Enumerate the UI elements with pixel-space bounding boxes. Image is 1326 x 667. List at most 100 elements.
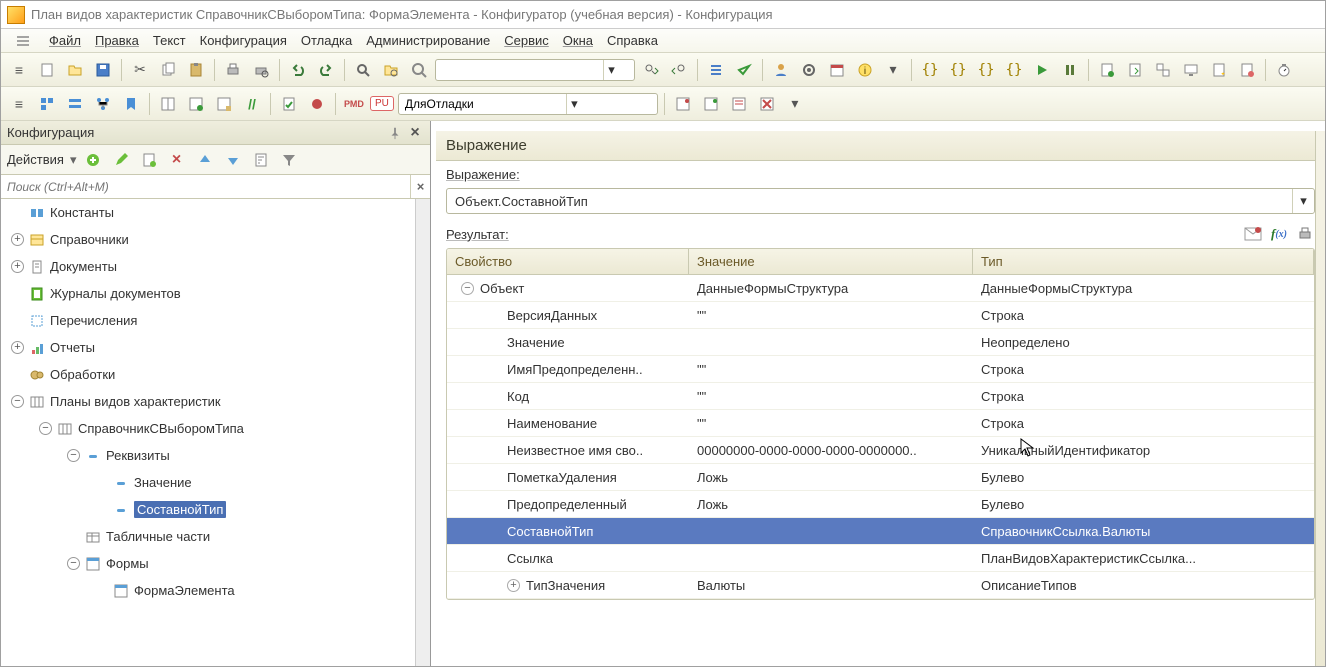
menu-text[interactable]: Текст bbox=[153, 33, 186, 48]
doc-arrow-icon[interactable] bbox=[1123, 58, 1147, 82]
user-icon[interactable] bbox=[769, 58, 793, 82]
expand-collapse-icon[interactable]: − bbox=[67, 449, 80, 462]
tree-row[interactable]: СоставнойТип bbox=[1, 496, 430, 523]
menu-toggle-icon[interactable] bbox=[11, 29, 35, 53]
find-next-icon[interactable] bbox=[639, 58, 663, 82]
comment-icon[interactable]: // bbox=[240, 92, 264, 116]
print-result-icon[interactable] bbox=[1295, 224, 1315, 244]
tree-row[interactable]: Журналы документов bbox=[1, 280, 430, 307]
doc-check-icon[interactable] bbox=[277, 92, 301, 116]
zoom-icon[interactable] bbox=[407, 58, 431, 82]
grid-row[interactable]: ПредопределенныйЛожьБулево bbox=[447, 491, 1314, 518]
doc-plus-icon[interactable] bbox=[1095, 58, 1119, 82]
pause-icon[interactable] bbox=[1058, 58, 1082, 82]
info-icon[interactable]: i bbox=[853, 58, 877, 82]
table-a-icon[interactable] bbox=[156, 92, 180, 116]
tree-row[interactable]: Константы bbox=[1, 199, 430, 226]
win4-icon[interactable] bbox=[755, 92, 779, 116]
tree-row[interactable]: +Справочники bbox=[1, 226, 430, 253]
fx-icon[interactable]: f(x) bbox=[1269, 224, 1289, 244]
tree-row[interactable]: −СправочникСВыборомТипа bbox=[1, 415, 430, 442]
chevron-down-icon[interactable]: ▾ bbox=[70, 152, 77, 168]
expand-collapse-icon[interactable]: + bbox=[507, 579, 520, 592]
win2-icon[interactable] bbox=[699, 92, 723, 116]
grid-row[interactable]: ПометкаУдаленияЛожьБулево bbox=[447, 464, 1314, 491]
move-up-icon[interactable] bbox=[193, 148, 217, 172]
open-folder-icon[interactable] bbox=[63, 58, 87, 82]
find-prev-icon[interactable] bbox=[667, 58, 691, 82]
paste-icon[interactable] bbox=[184, 58, 208, 82]
pmd-icon[interactable]: РМD bbox=[342, 92, 366, 116]
grid-row[interactable]: ВерсияДанных""Строка bbox=[447, 302, 1314, 329]
envelope-icon[interactable] bbox=[1243, 224, 1263, 244]
win1-icon[interactable] bbox=[671, 92, 695, 116]
table-refresh-icon[interactable] bbox=[184, 92, 208, 116]
expand-collapse-icon[interactable]: + bbox=[11, 341, 24, 354]
module-list-icon[interactable] bbox=[63, 92, 87, 116]
module-tree-icon[interactable] bbox=[91, 92, 115, 116]
config-tree[interactable]: Константы+Справочники+ДокументыЖурналы д… bbox=[1, 199, 430, 666]
menu-file[interactable]: Файл bbox=[49, 33, 81, 48]
grid-row[interactable]: СсылкаПланВидовХарактеристикСсылка... bbox=[447, 545, 1314, 572]
module-nav-icon[interactable] bbox=[35, 92, 59, 116]
menu-windows[interactable]: Окна bbox=[563, 33, 593, 48]
print-icon[interactable] bbox=[221, 58, 245, 82]
close-icon[interactable]: × bbox=[406, 124, 424, 142]
edit-icon[interactable] bbox=[109, 148, 133, 172]
search-combo[interactable]: ▾ bbox=[435, 59, 635, 81]
expand-collapse-icon[interactable]: + bbox=[11, 260, 24, 273]
menu-admin[interactable]: Администрирование bbox=[366, 33, 490, 48]
toggle-icon[interactable]: ≡ bbox=[7, 58, 31, 82]
grid-row[interactable]: Наименование""Строка bbox=[447, 410, 1314, 437]
expand-collapse-icon[interactable]: − bbox=[461, 282, 474, 295]
run-play-icon[interactable] bbox=[1030, 58, 1054, 82]
bookmark-icon[interactable] bbox=[119, 92, 143, 116]
expression-input[interactable]: Объект.СоставнойТип ▾ bbox=[446, 188, 1315, 214]
folder-search-icon[interactable] bbox=[379, 58, 403, 82]
toggle2-icon[interactable]: ≡ bbox=[7, 92, 31, 116]
undo-icon[interactable] bbox=[286, 58, 310, 82]
menu-configuration[interactable]: Конфигурация bbox=[200, 33, 287, 48]
chevron-down-icon[interactable]: ▾ bbox=[603, 60, 619, 80]
delete-icon[interactable]: × bbox=[165, 148, 189, 172]
brace-step-icon[interactable]: {} bbox=[918, 58, 942, 82]
menu-edit[interactable]: Правка bbox=[95, 33, 139, 48]
tree-row[interactable]: +Отчеты bbox=[1, 334, 430, 361]
print-preview-icon[interactable] bbox=[249, 58, 273, 82]
doc-group-icon[interactable] bbox=[1151, 58, 1175, 82]
win3-icon[interactable] bbox=[727, 92, 751, 116]
brace-over-icon[interactable]: {} bbox=[946, 58, 970, 82]
grid-row[interactable]: ЗначениеНеопределено bbox=[447, 329, 1314, 356]
expand-collapse-icon[interactable]: − bbox=[67, 557, 80, 570]
grid-row[interactable]: +ТипЗначенияВалютыОписаниеТипов bbox=[447, 572, 1314, 599]
list-icon[interactable] bbox=[704, 58, 728, 82]
config-search-input[interactable] bbox=[1, 180, 410, 194]
table-lock-icon[interactable] bbox=[212, 92, 236, 116]
search-combo-input[interactable] bbox=[436, 61, 603, 79]
right-dock-strip[interactable] bbox=[1315, 131, 1325, 666]
copy-icon[interactable] bbox=[156, 58, 180, 82]
chevron-down-icon[interactable]: ▾ bbox=[783, 92, 807, 116]
find-icon[interactable] bbox=[351, 58, 375, 82]
tree-row[interactable]: ФормаЭлемента bbox=[1, 577, 430, 604]
chevron-down-icon[interactable]: ▾ bbox=[881, 58, 905, 82]
expand-collapse-icon[interactable]: − bbox=[39, 422, 52, 435]
pin-icon[interactable] bbox=[388, 126, 402, 140]
tree-row[interactable]: Значение bbox=[1, 469, 430, 496]
calendar-icon[interactable] bbox=[825, 58, 849, 82]
menu-service[interactable]: Сервис bbox=[504, 33, 549, 48]
settings-icon[interactable] bbox=[797, 58, 821, 82]
stopwatch-icon[interactable] bbox=[1272, 58, 1296, 82]
debug-target-input[interactable] bbox=[399, 95, 566, 113]
clear-search-icon[interactable]: × bbox=[410, 175, 430, 198]
tree-row[interactable]: Перечисления bbox=[1, 307, 430, 334]
debug-target-combo[interactable]: ▾ bbox=[398, 93, 658, 115]
tree-row[interactable]: Табличные части bbox=[1, 523, 430, 550]
chevron-down-icon[interactable]: ▾ bbox=[1292, 189, 1314, 213]
grid-row[interactable]: ИмяПредопределенн..""Строка bbox=[447, 356, 1314, 383]
col-type[interactable]: Тип bbox=[973, 249, 1314, 274]
grid-row[interactable]: Неизвестное имя сво..00000000-0000-0000-… bbox=[447, 437, 1314, 464]
add-icon[interactable] bbox=[81, 148, 105, 172]
add-doc-icon[interactable] bbox=[137, 148, 161, 172]
save-icon[interactable] bbox=[91, 58, 115, 82]
